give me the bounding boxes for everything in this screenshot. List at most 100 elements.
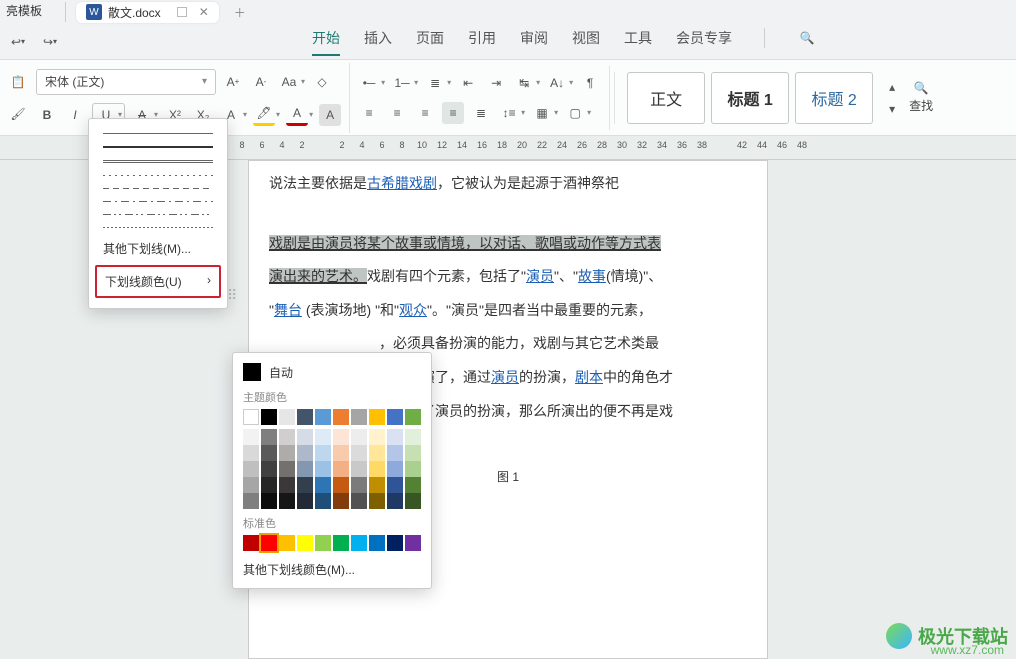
color-swatch[interactable] bbox=[315, 461, 331, 477]
color-swatch[interactable] bbox=[351, 461, 367, 477]
align-right-icon[interactable]: ≡ bbox=[414, 102, 436, 124]
align-justify-icon[interactable]: ≡ bbox=[442, 102, 464, 124]
color-swatch[interactable] bbox=[387, 409, 403, 425]
color-swatch[interactable] bbox=[297, 461, 313, 477]
color-swatch[interactable] bbox=[315, 477, 331, 493]
tab-settings-icon[interactable]: ↹▾ bbox=[513, 72, 540, 94]
undo-icon[interactable]: ↩▾ bbox=[8, 32, 28, 52]
tab-ref[interactable]: 引用 bbox=[468, 28, 496, 56]
underline-style-dashdot[interactable] bbox=[89, 195, 227, 208]
style-scroll-up-icon[interactable]: ▴ bbox=[881, 76, 903, 98]
color-swatch[interactable] bbox=[387, 429, 403, 445]
link-audience[interactable]: 观众 bbox=[399, 302, 427, 318]
color-swatch[interactable] bbox=[279, 409, 295, 425]
new-tab-button[interactable]: ＋ bbox=[229, 1, 251, 23]
show-marks-icon[interactable]: ¶ bbox=[579, 72, 601, 94]
color-swatch[interactable] bbox=[333, 429, 349, 445]
distribute-icon[interactable]: ≣ bbox=[470, 102, 492, 124]
color-swatch[interactable] bbox=[405, 477, 421, 493]
color-swatch[interactable] bbox=[261, 429, 277, 445]
link-actor2[interactable]: 演员 bbox=[491, 369, 519, 385]
link-story[interactable]: 故事 bbox=[578, 268, 606, 284]
color-swatch[interactable] bbox=[261, 477, 277, 493]
align-left-icon[interactable]: ≡ bbox=[358, 102, 380, 124]
color-swatch[interactable] bbox=[405, 445, 421, 461]
color-swatch[interactable] bbox=[297, 409, 313, 425]
color-swatch[interactable] bbox=[333, 409, 349, 425]
style-body[interactable]: 正文 bbox=[627, 72, 705, 124]
color-swatch[interactable] bbox=[333, 461, 349, 477]
color-swatch[interactable] bbox=[279, 461, 295, 477]
link-script[interactable]: 剧本 bbox=[575, 369, 603, 385]
color-swatch[interactable] bbox=[279, 445, 295, 461]
color-swatch[interactable] bbox=[351, 535, 367, 551]
highlight-icon[interactable]: 🖊▾ bbox=[253, 104, 280, 126]
shading-icon[interactable]: ▦▾ bbox=[531, 102, 558, 124]
color-swatch[interactable] bbox=[279, 535, 295, 551]
underline-style-thick[interactable] bbox=[89, 140, 227, 154]
color-swatch[interactable] bbox=[279, 493, 295, 509]
color-swatch[interactable] bbox=[369, 493, 385, 509]
color-swatch[interactable] bbox=[315, 493, 331, 509]
sort-icon[interactable]: A↓▾ bbox=[546, 72, 573, 94]
color-swatch[interactable] bbox=[369, 409, 385, 425]
color-swatch[interactable] bbox=[369, 429, 385, 445]
tab-start[interactable]: 开始 bbox=[312, 28, 340, 56]
increase-indent-icon[interactable]: ⇥ bbox=[485, 72, 507, 94]
color-swatch[interactable] bbox=[369, 477, 385, 493]
color-swatch[interactable] bbox=[261, 493, 277, 509]
color-swatch[interactable] bbox=[243, 409, 259, 425]
clear-format-icon[interactable]: ◇ bbox=[311, 71, 333, 93]
color-swatch[interactable] bbox=[405, 461, 421, 477]
tab-insert[interactable]: 插入 bbox=[364, 28, 392, 56]
bullets-icon[interactable]: •─▾ bbox=[358, 72, 385, 94]
style-heading1[interactable]: 标题 1 bbox=[711, 72, 789, 124]
color-swatch[interactable] bbox=[297, 429, 313, 445]
color-swatch[interactable] bbox=[333, 535, 349, 551]
color-swatch[interactable] bbox=[261, 409, 277, 425]
color-swatch[interactable] bbox=[369, 461, 385, 477]
more-underline-colors[interactable]: 其他下划线颜色(M)... bbox=[243, 559, 421, 580]
underline-style-single[interactable] bbox=[89, 127, 227, 140]
borders-icon[interactable]: ▢▾ bbox=[564, 102, 591, 124]
color-swatch[interactable] bbox=[333, 445, 349, 461]
color-swatch[interactable] bbox=[261, 535, 277, 551]
tab-review[interactable]: 审阅 bbox=[520, 28, 548, 56]
color-swatch[interactable] bbox=[243, 461, 259, 477]
link-actor[interactable]: 演员 bbox=[526, 268, 554, 284]
color-swatch[interactable] bbox=[315, 429, 331, 445]
format-painter-icon[interactable]: 🖌 bbox=[7, 103, 29, 125]
color-swatch[interactable] bbox=[297, 477, 313, 493]
color-swatch[interactable] bbox=[387, 461, 403, 477]
color-swatch[interactable] bbox=[351, 429, 367, 445]
color-swatch[interactable] bbox=[315, 445, 331, 461]
color-swatch[interactable] bbox=[333, 493, 349, 509]
underline-color-item[interactable]: 下划线颜色(U)› bbox=[95, 265, 221, 298]
color-swatch[interactable] bbox=[261, 461, 277, 477]
color-swatch[interactable] bbox=[369, 535, 385, 551]
color-swatch[interactable] bbox=[333, 477, 349, 493]
drag-handle-icon[interactable]: ⠿ bbox=[227, 287, 237, 304]
clipboard-icon[interactable]: 📋 bbox=[7, 71, 29, 93]
change-case-icon[interactable]: Aa▾ bbox=[278, 71, 305, 93]
tab-tools[interactable]: 工具 bbox=[624, 28, 652, 56]
color-swatch[interactable] bbox=[351, 445, 367, 461]
color-swatch[interactable] bbox=[297, 535, 313, 551]
color-swatch[interactable] bbox=[279, 477, 295, 493]
color-swatch[interactable] bbox=[405, 409, 421, 425]
search-icon[interactable]: 🔍 bbox=[797, 28, 817, 48]
style-scroll-down-icon[interactable]: ▾ bbox=[881, 98, 903, 120]
increase-font-icon[interactable]: A+ bbox=[222, 71, 244, 93]
link-stage[interactable]: 舞台 bbox=[274, 302, 302, 318]
redo-icon[interactable]: ↪▾ bbox=[40, 32, 60, 52]
numbering-icon[interactable]: 1─▾ bbox=[391, 72, 418, 94]
underline-style-double[interactable] bbox=[89, 154, 227, 169]
color-swatch[interactable] bbox=[297, 445, 313, 461]
tab-view[interactable]: 视图 bbox=[572, 28, 600, 56]
align-center-icon[interactable]: ≡ bbox=[386, 102, 408, 124]
color-swatch[interactable] bbox=[351, 477, 367, 493]
italic-icon[interactable]: I bbox=[64, 104, 86, 126]
color-swatch[interactable] bbox=[387, 535, 403, 551]
color-swatch[interactable] bbox=[315, 535, 331, 551]
color-swatch[interactable] bbox=[243, 477, 259, 493]
